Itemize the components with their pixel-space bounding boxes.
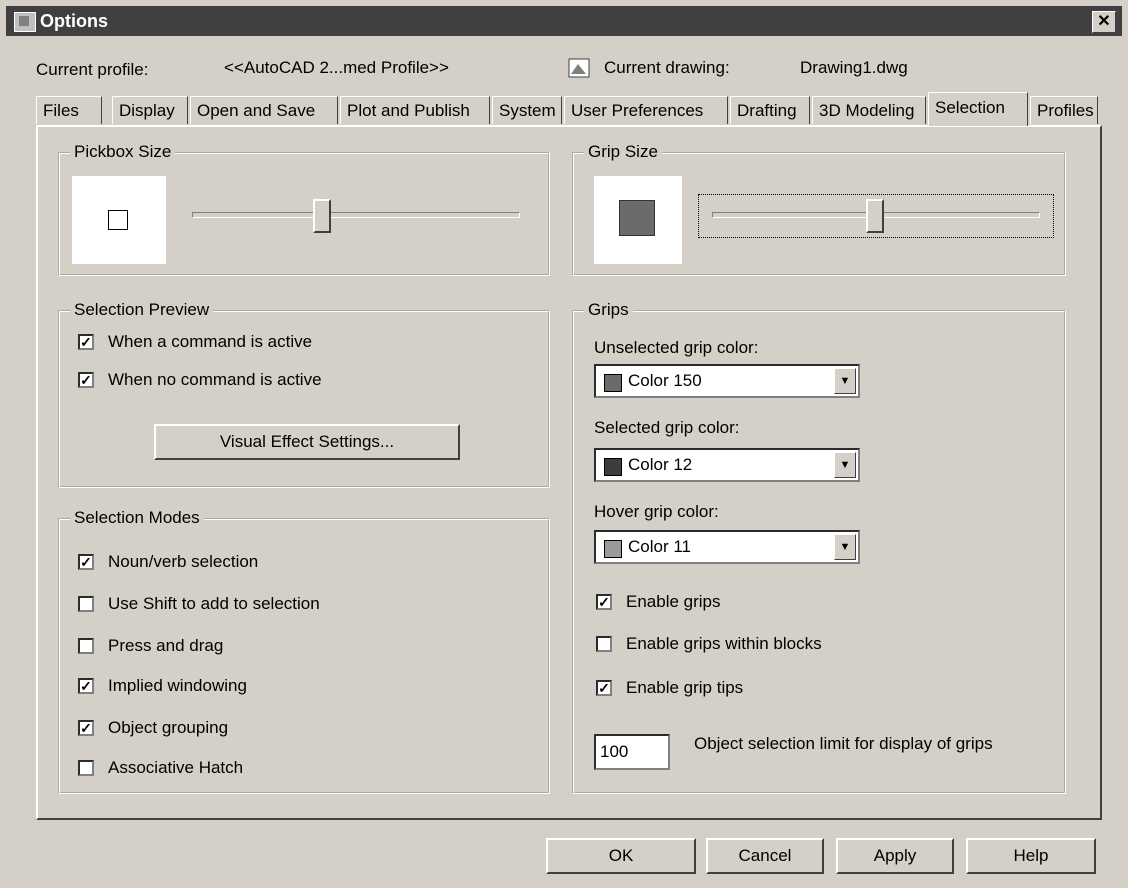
pickbox-slider-track[interactable] [192, 212, 520, 218]
hover-grip-color-select[interactable]: Color 11 ▼ [594, 530, 860, 564]
selected-grip-color-select[interactable]: Color 12 ▼ [594, 448, 860, 482]
hover-grip-color-label: Hover grip color: [594, 502, 719, 521]
tab-system[interactable]: System [492, 96, 562, 124]
chevron-down-icon[interactable]: ▼ [834, 452, 856, 478]
enable-grips-within-blocks-checkbox[interactable] [596, 636, 612, 652]
grip-limit-input[interactable]: 100 [594, 734, 670, 770]
grips-legend: Grips [584, 300, 633, 320]
visual-effect-settings-button[interactable]: Visual Effect Settings... [154, 424, 460, 460]
chevron-down-icon[interactable]: ▼ [834, 534, 856, 560]
window-title: Options [40, 11, 108, 31]
tab-selection[interactable]: Selection [928, 92, 1028, 126]
unselected-color-value: Color 150 [628, 371, 702, 390]
current-drawing-value: Drawing1.dwg [800, 58, 908, 77]
object-grouping-checkbox[interactable]: ✓ [78, 720, 94, 736]
tab-files[interactable]: Files [36, 96, 102, 124]
selection-preview-legend: Selection Preview [70, 300, 214, 320]
noun-verb-selection-label: Noun/verb selection [108, 552, 259, 571]
title-bar: Options ✕ [6, 6, 1122, 36]
unselected-color-swatch [604, 374, 622, 392]
app-icon [14, 12, 36, 32]
enable-grip-tips-label: Enable grip tips [626, 678, 744, 697]
when-command-active-checkbox[interactable]: ✓ [78, 334, 94, 350]
selected-color-swatch [604, 458, 622, 476]
use-shift-label: Use Shift to add to selection [108, 594, 320, 613]
when-command-active-label: When a command is active [108, 332, 313, 351]
apply-button[interactable]: Apply [836, 838, 954, 874]
help-button[interactable]: Help [966, 838, 1096, 874]
use-shift-checkbox[interactable] [78, 596, 94, 612]
tab-drafting[interactable]: Drafting [730, 96, 810, 124]
grip-preview [594, 176, 682, 264]
object-grouping-label: Object grouping [108, 718, 229, 737]
enable-grips-checkbox[interactable]: ✓ [596, 594, 612, 610]
close-button[interactable]: ✕ [1092, 11, 1116, 33]
enable-grips-label: Enable grips [626, 592, 721, 611]
unselected-grip-color-select[interactable]: Color 150 ▼ [594, 364, 860, 398]
associative-hatch-label: Associative Hatch [108, 758, 244, 777]
tab-user-preferences[interactable]: User Preferences [564, 96, 728, 124]
tab-display[interactable]: Display [112, 96, 188, 124]
unselected-grip-color-label: Unselected grip color: [594, 338, 759, 357]
associative-hatch-checkbox[interactable] [78, 760, 94, 776]
pickbox-slider-thumb[interactable] [313, 199, 332, 233]
current-profile-value: <<AutoCAD 2...med Profile>> [224, 58, 449, 77]
grip-slider-thumb[interactable] [866, 199, 884, 233]
ok-button[interactable]: OK [546, 838, 696, 874]
implied-windowing-label: Implied windowing [108, 676, 247, 695]
press-and-drag-label: Press and drag [108, 636, 224, 655]
selected-color-value: Color 12 [628, 455, 693, 474]
chevron-down-icon[interactable]: ▼ [834, 368, 856, 394]
drawing-icon [568, 58, 590, 78]
tab-profiles[interactable]: Profiles [1030, 96, 1098, 124]
hover-color-value: Color 11 [628, 537, 691, 556]
noun-verb-selection-checkbox[interactable]: ✓ [78, 554, 94, 570]
selection-modes-legend: Selection Modes [70, 508, 204, 528]
current-drawing-label: Current drawing: [604, 58, 730, 77]
hover-color-swatch [604, 540, 622, 558]
enable-grip-tips-checkbox[interactable]: ✓ [596, 680, 612, 696]
pickbox-square-icon [108, 210, 128, 230]
grip-limit-label: Object selection limit for display of gr… [694, 734, 993, 753]
implied-windowing-checkbox[interactable]: ✓ [78, 678, 94, 694]
tab-plot-and-publish[interactable]: Plot and Publish [340, 96, 490, 124]
when-no-command-active-label: When no command is active [108, 370, 322, 389]
pickbox-size-legend: Pickbox Size [70, 142, 176, 162]
current-profile-label: Current profile: [36, 60, 149, 79]
tab-open-and-save[interactable]: Open and Save [190, 96, 338, 124]
grip-square-icon [619, 200, 655, 236]
selected-grip-color-label: Selected grip color: [594, 418, 740, 437]
cancel-button[interactable]: Cancel [706, 838, 824, 874]
enable-grips-within-blocks-label: Enable grips within blocks [626, 634, 822, 653]
grip-size-legend: Grip Size [584, 142, 662, 162]
press-and-drag-checkbox[interactable] [78, 638, 94, 654]
when-no-command-active-checkbox[interactable]: ✓ [78, 372, 94, 388]
tab-3d-modeling[interactable]: 3D Modeling [812, 96, 926, 124]
pickbox-preview [72, 176, 166, 264]
